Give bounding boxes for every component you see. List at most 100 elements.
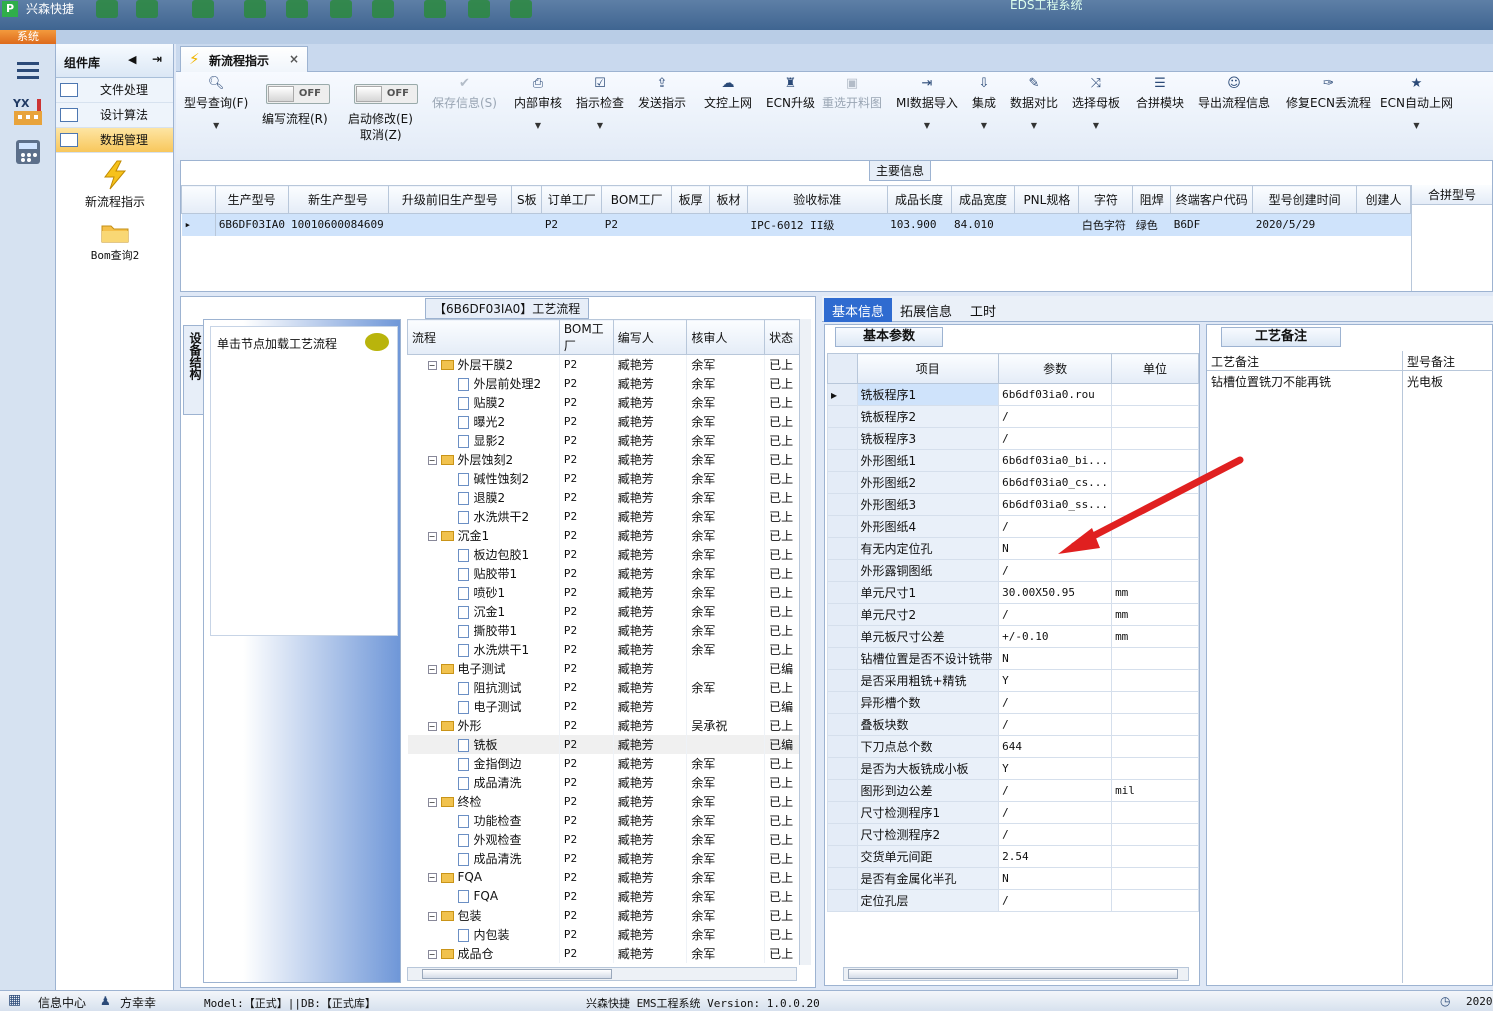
tree-row[interactable]: 外观检查 P2 臧艳芳 余军 已上 (407, 829, 811, 849)
ribbon-button-13[interactable]: ✑ 修复ECN丢流程 (1286, 76, 1371, 111)
tree-vertical-scrollbar[interactable] (799, 319, 811, 965)
tree-node[interactable]: 电子测试 (407, 696, 560, 716)
tree-node[interactable]: 阻抗测试 (407, 677, 560, 697)
tree-row[interactable]: 成品清洗 P2 臧艳芳 余军 已上 (407, 772, 811, 792)
column-header[interactable]: 新生产型号 (287, 185, 389, 214)
windows-icon[interactable]: ▦ (8, 992, 21, 1008)
tree-node[interactable]: − 电子测试 (407, 658, 560, 678)
tree-node[interactable]: 撕胶带1 (407, 620, 560, 640)
param-row[interactable]: 下刀点总个数 644 (827, 735, 1199, 758)
tree-node[interactable]: 成品清洗 (407, 772, 560, 792)
tree-row[interactable]: 电子测试 P2 臧艳芳 已编 (407, 696, 811, 716)
param-value[interactable]: Y (998, 669, 1113, 692)
sidebar-item-0[interactable]: 文件处理 (56, 78, 173, 103)
collapse-icon[interactable]: − (427, 664, 437, 674)
tree-node[interactable]: − 外层蚀刻2 (407, 449, 560, 469)
cancel-label[interactable]: 取消(Z) (360, 126, 402, 143)
param-row[interactable]: 定位孔层 / (827, 889, 1199, 912)
param-value[interactable]: 30.00X50.95 (998, 581, 1113, 604)
table-row[interactable]: ▸ 6B6DF03IA0 10010600084609 P2 P2 IPC-6012 II… (181, 213, 1411, 236)
tree-node[interactable]: 曝光2 (407, 411, 560, 431)
tree-row[interactable]: 板边包胶1 P2 臧艳芳 余军 已上 (407, 544, 811, 564)
param-row[interactable]: 铣板程序3/ (827, 427, 1199, 450)
tree-row[interactable]: − 终检 P2 臧艳芳 余军 已上 (407, 791, 811, 811)
tree-node[interactable]: 贴胶带1 (407, 563, 560, 583)
tree-node[interactable]: − 终检 (407, 791, 560, 811)
param-value[interactable]: / (998, 559, 1113, 582)
tree-node[interactable]: 贴膜2 (407, 392, 560, 412)
tree-row[interactable]: − 沉金1 P2 臧艳芳 余军 已上 (407, 525, 811, 545)
column-header[interactable]: S板 (511, 185, 543, 214)
write-flow-toggle[interactable]: OFF (266, 84, 330, 104)
tree-row[interactable]: 外层前处理2 P2 臧艳芳 余军 已上 (407, 373, 811, 393)
param-value[interactable]: / (998, 889, 1113, 912)
sidebar-item-1[interactable]: 设计算法 (56, 103, 173, 128)
tab-detail-0[interactable]: 基本信息 (824, 298, 893, 322)
tree-row[interactable]: 退膜2 P2 臧艳芳 余军 已上 (407, 487, 811, 507)
collapse-icon[interactable]: − (427, 873, 437, 882)
ribbon-button-14[interactable]: ★ ECN自动上网 ▼ (1380, 76, 1453, 130)
param-value[interactable]: 644 (998, 735, 1113, 758)
tool-new-flow[interactable]: 新流程指示 (56, 160, 174, 210)
search-icon[interactable] (96, 0, 118, 18)
tree-row[interactable]: 阻抗测试 P2 臧艳芳 余军 已上 (407, 677, 811, 697)
equipment-structure-tab[interactable]: 设备结构 (183, 325, 205, 415)
column-header[interactable]: 生产型号 (214, 185, 289, 214)
chart-icon[interactable] (468, 0, 490, 18)
tree-node[interactable]: 沉金1 (407, 601, 560, 621)
tree-row[interactable]: − 外层干膜2 P2 臧艳芳 余军 已上 (407, 354, 811, 374)
column-header[interactable]: 验收标准 (747, 185, 888, 214)
tree-row[interactable]: 撕胶带1 P2 臧艳芳 余军 已上 (407, 620, 811, 640)
grid-icon[interactable] (192, 0, 214, 18)
param-row[interactable]: 尺寸检测程序1/ (827, 801, 1199, 824)
ribbon-button-12[interactable]: ☺ 导出流程信息 (1198, 76, 1270, 111)
param-value[interactable]: / (998, 823, 1113, 846)
calculator-icon[interactable] (6, 132, 50, 172)
tree-row[interactable]: 碱性蚀刻2 P2 臧艳芳 余军 已上 (407, 468, 811, 488)
ribbon-button-7[interactable]: ⇥ MI数据导入 ▼ (896, 76, 958, 130)
ribbon-button-8[interactable]: ⇩ 集成 ▼ (972, 76, 996, 130)
list-icon[interactable] (372, 0, 394, 18)
menu-icon[interactable] (6, 50, 50, 90)
tree-row[interactable]: 沉金1 P2 臧艳芳 余军 已上 (407, 601, 811, 621)
edit-icon[interactable] (330, 0, 352, 18)
column-header[interactable]: 成品长度 (886, 185, 952, 214)
param-row[interactable]: 是否采用粗铣+精铣 Y (827, 669, 1199, 692)
column-header[interactable]: BOM工厂 (601, 185, 673, 214)
collapse-icon[interactable]: − (427, 949, 437, 959)
column-header[interactable]: 板材 (709, 185, 749, 214)
tree-node[interactable]: 退膜2 (407, 487, 560, 507)
tool-bom-query[interactable]: Bom查询2 (56, 220, 174, 263)
tree-row[interactable]: − 外形 P2 臧艳芳 吴承祝 已上 (407, 715, 811, 735)
close-icon[interactable]: × (289, 52, 299, 66)
tree-row[interactable]: 水洗烘干2 P2 臧艳芳 余军 已上 (407, 506, 811, 526)
tree-node[interactable]: 外层前处理2 (407, 373, 560, 393)
ribbon-button-9[interactable]: ✎ 数据对比 ▼ (1010, 76, 1058, 130)
tree-node[interactable]: 内包装 (407, 924, 560, 944)
tree-node[interactable]: − 外层干膜2 (407, 354, 560, 374)
param-value[interactable]: 6b6df03ia0.rou (998, 383, 1113, 406)
model-note-field[interactable]: 光电板 (1403, 371, 1493, 983)
column-header[interactable]: PNL规格 (1014, 185, 1080, 214)
param-row[interactable]: 钻槽位置是否不设计铣带 N (827, 647, 1199, 670)
tree-row[interactable]: − 外层蚀刻2 P2 臧艳芳 余军 已上 (407, 449, 811, 469)
ribbon-button-1[interactable]: ⎙ 内部审核 ▼ (514, 76, 562, 130)
column-header[interactable]: 终端客户代码 (1170, 185, 1254, 214)
tree-node[interactable]: 入库 (407, 962, 560, 963)
param-row[interactable]: 尺寸检测程序2/ (827, 823, 1199, 846)
tree-node[interactable]: − 包装 (407, 905, 560, 925)
ribbon-button-5[interactable]: ♜ ECN升级 (766, 76, 815, 111)
column-header[interactable]: 创建人 (1355, 185, 1412, 214)
param-value[interactable]: / (998, 405, 1113, 428)
collapse-left-icon[interactable]: ◀ (128, 53, 136, 66)
system-tab[interactable]: 系统 (0, 30, 56, 44)
tree-node[interactable]: 功能检查 (407, 810, 560, 830)
param-row[interactable]: 外形露铜图纸 / (827, 559, 1199, 582)
column-header[interactable]: 型号创建时间 (1252, 185, 1357, 214)
tree-row[interactable]: 显影2 P2 臧艳芳 余军 已上 (407, 430, 811, 450)
param-value[interactable]: / (998, 779, 1113, 802)
tree-node[interactable]: 成品清洗 (407, 848, 560, 868)
column-header[interactable]: BOM工厂 (558, 319, 614, 355)
param-value[interactable]: / (998, 603, 1113, 626)
tree-node[interactable]: − 外形 (407, 715, 560, 735)
